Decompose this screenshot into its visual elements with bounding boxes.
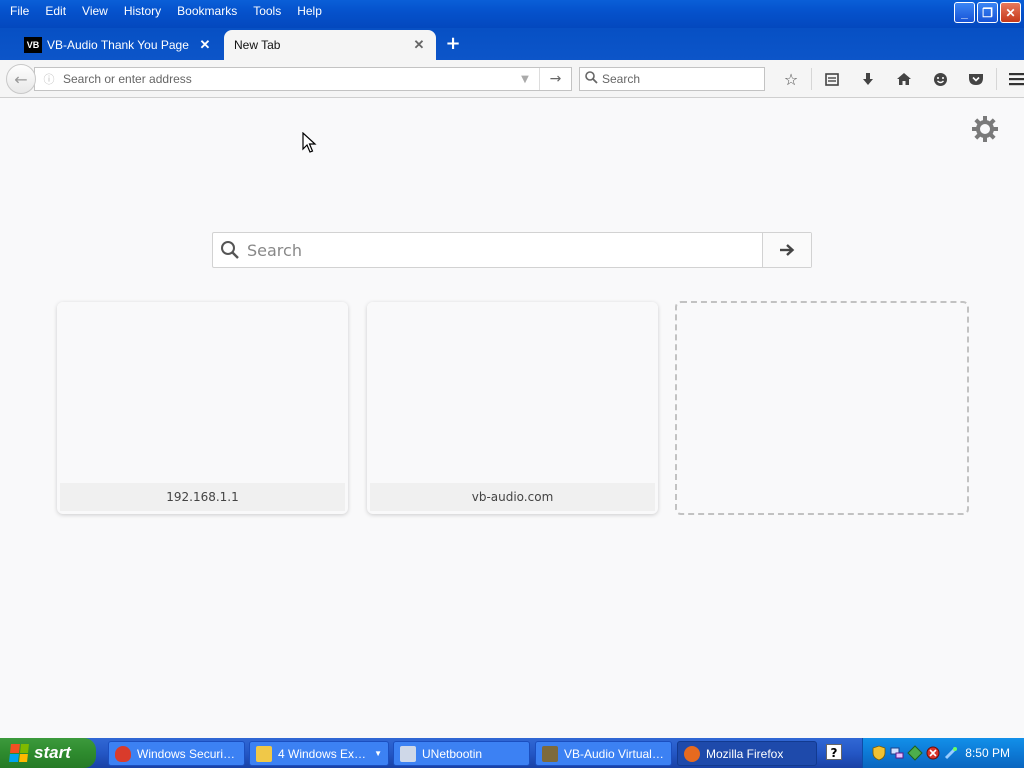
search-bar[interactable]: [579, 67, 765, 91]
top-site-tile[interactable]: 192.168.1.1: [57, 302, 348, 514]
taskbar-item-vb-audio[interactable]: VB-Audio Virtual A...: [535, 741, 672, 766]
window-titlebar: File Edit View History Bookmarks Tools H…: [0, 0, 1024, 28]
usb-tray-icon[interactable]: [943, 745, 959, 761]
menu-bookmarks[interactable]: Bookmarks: [169, 2, 245, 20]
download-icon[interactable]: [850, 67, 886, 91]
empty-tile-placeholder: [675, 301, 969, 515]
hamburger-menu-icon[interactable]: [999, 67, 1024, 91]
menu-history[interactable]: History: [116, 2, 169, 20]
navigation-toolbar: ⓘ ▼ → ← ☆: [0, 60, 1024, 98]
pocket-icon[interactable]: [958, 67, 994, 91]
tile-title: 192.168.1.1: [60, 483, 345, 511]
system-tray: 8:50 PM: [862, 738, 1024, 768]
back-arrow-icon: ←: [14, 69, 28, 89]
history-dropmarker-icon[interactable]: ▼: [511, 74, 539, 85]
toolbar-separator: [996, 68, 997, 90]
window-controls: _ ❐ ✕: [954, 2, 1021, 23]
toolbar-icons: ☆: [773, 67, 1024, 91]
menu-tools[interactable]: Tools: [245, 2, 289, 20]
search-input[interactable]: [602, 72, 764, 86]
mouse-cursor-icon: [302, 132, 317, 153]
tile-title: vb-audio.com: [370, 483, 655, 511]
unetbootin-icon: [400, 745, 416, 762]
close-window-button[interactable]: ✕: [1000, 2, 1021, 23]
taskbar-item-windows-security[interactable]: Windows Security...: [108, 741, 245, 766]
newtab-search-input[interactable]: [247, 233, 762, 267]
taskbar-item-unetbootin[interactable]: UNetbootin: [393, 741, 530, 766]
network-tray-icon[interactable]: [889, 745, 905, 761]
tab-label: VB-Audio Thank You Page: [47, 38, 189, 52]
tab-close-icon[interactable]: ✕: [412, 37, 426, 53]
tab-vb-audio[interactable]: VB VB-Audio Thank You Page ✕: [14, 30, 222, 60]
security-shield-tray-icon[interactable]: [871, 745, 887, 761]
menu-help[interactable]: Help: [289, 2, 330, 20]
group-arrow-icon: ▼: [374, 749, 382, 758]
folder-icon: [256, 745, 272, 762]
menu-bar: File Edit View History Bookmarks Tools H…: [2, 2, 330, 20]
bookmark-star-icon[interactable]: ☆: [773, 67, 809, 91]
windows-taskbar: start Windows Security... 4 Windows Expl…: [0, 738, 1024, 768]
home-icon[interactable]: [886, 67, 922, 91]
search-icon: [213, 233, 247, 267]
task-label: Windows Security...: [137, 746, 238, 761]
tile-thumbnail: [57, 302, 348, 482]
windows-flag-icon: [9, 744, 29, 762]
vb-audio-favicon-icon: VB: [24, 37, 42, 53]
speaker-icon: [542, 745, 558, 762]
task-label: Mozilla Firefox: [706, 746, 784, 761]
menu-file[interactable]: File: [2, 2, 37, 20]
go-arrow-icon[interactable]: →: [539, 68, 571, 90]
tab-new-tab[interactable]: New Tab ✕: [224, 30, 436, 60]
search-icon[interactable]: [580, 71, 602, 87]
sync-tray-icon[interactable]: [907, 745, 923, 761]
back-button[interactable]: ←: [6, 64, 36, 94]
shield-icon: [115, 745, 131, 762]
newtab-page: 192.168.1.1 vb-audio.com: [0, 99, 1024, 737]
start-button[interactable]: start: [0, 738, 96, 768]
alert-tray-icon[interactable]: [925, 745, 941, 761]
newtab-search-box[interactable]: [212, 232, 812, 268]
toolbar-separator: [811, 68, 812, 90]
restore-button[interactable]: ❐: [977, 2, 998, 23]
firefox-icon: [684, 745, 700, 762]
clock[interactable]: 8:50 PM: [965, 746, 1010, 760]
taskbar-item-firefox[interactable]: Mozilla Firefox: [677, 741, 817, 766]
bookmarks-menu-icon[interactable]: [814, 67, 850, 91]
identity-info-icon[interactable]: ⓘ: [35, 71, 63, 87]
task-label: 4 Windows Expl...: [278, 746, 369, 761]
tab-label: New Tab: [234, 38, 281, 52]
tile-thumbnail: [367, 302, 658, 482]
tab-strip: VB VB-Audio Thank You Page ✕ New Tab ✕ +: [0, 28, 1024, 60]
newtab-settings-gear-icon[interactable]: [970, 114, 1000, 144]
new-tab-button[interactable]: +: [444, 35, 462, 53]
url-input[interactable]: [63, 72, 511, 86]
url-bar[interactable]: ⓘ ▼ →: [34, 67, 572, 91]
hello-smiley-icon[interactable]: [922, 67, 958, 91]
tab-close-icon[interactable]: ✕: [198, 37, 212, 53]
task-label: UNetbootin: [422, 746, 483, 761]
menu-view[interactable]: View: [74, 2, 116, 20]
menu-edit[interactable]: Edit: [37, 2, 74, 20]
taskbar-item-windows-explorer[interactable]: 4 Windows Expl... ▼: [249, 741, 389, 766]
minimize-button[interactable]: _: [954, 2, 975, 23]
start-label: start: [34, 743, 71, 762]
newtab-search-go-arrow-icon[interactable]: [762, 233, 811, 267]
help-question-icon[interactable]: ?: [826, 744, 842, 760]
task-label: VB-Audio Virtual A...: [564, 746, 665, 761]
top-site-tile[interactable]: vb-audio.com: [367, 302, 658, 514]
